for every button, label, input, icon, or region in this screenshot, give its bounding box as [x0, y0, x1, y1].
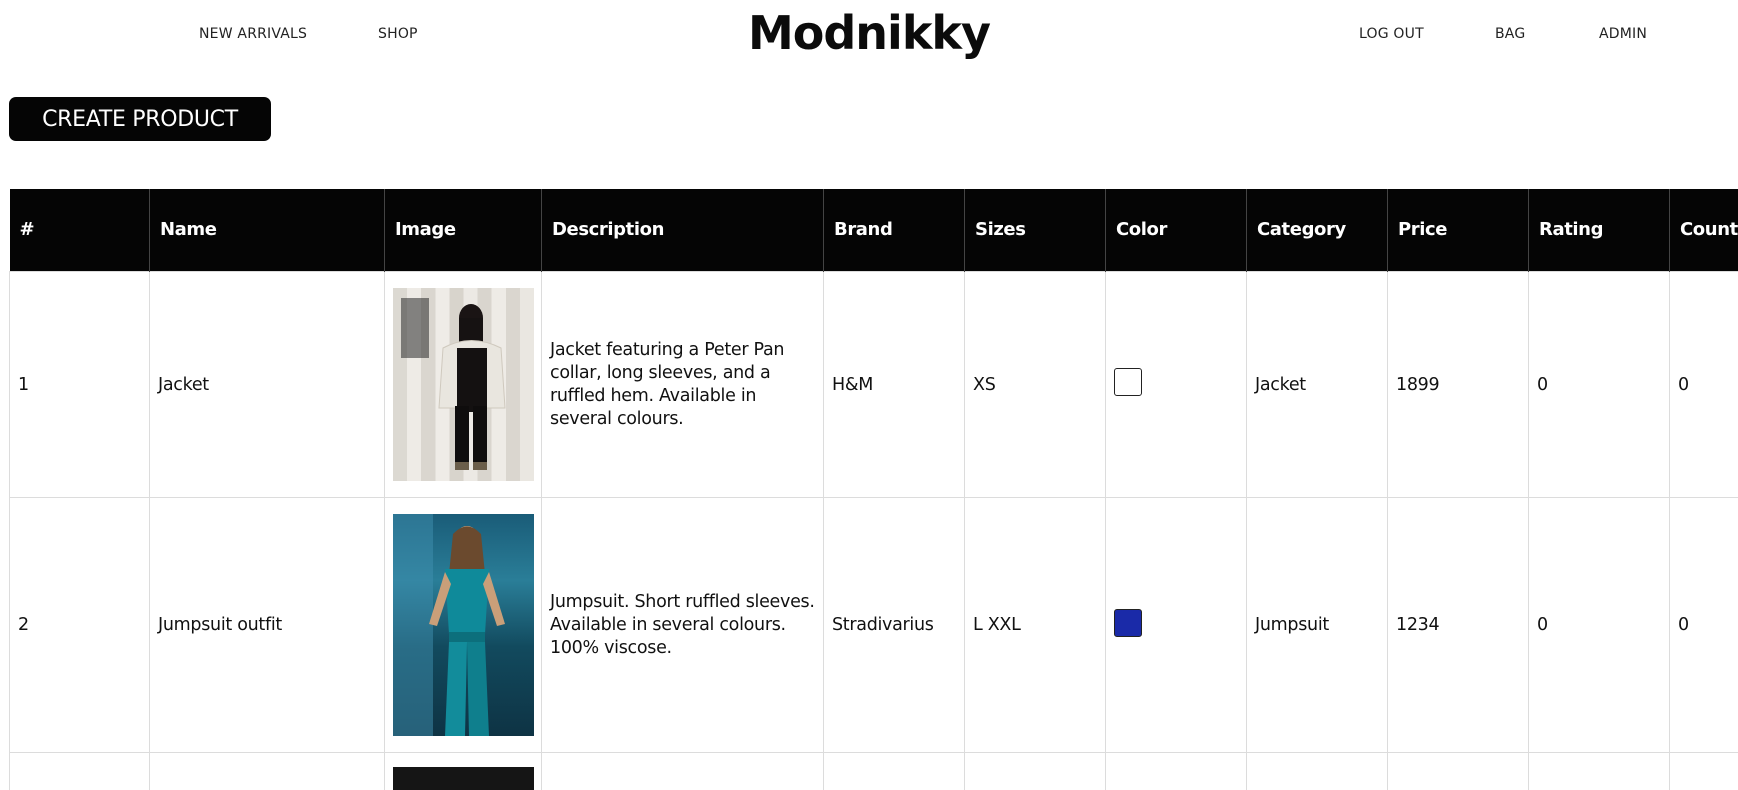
header-name: Name [149, 189, 385, 272]
table-header-row: # Name Image Description Brand Sizes Col… [9, 189, 1738, 272]
cell-description [541, 752, 824, 790]
cell-color [1105, 271, 1247, 498]
site-logo[interactable]: Modnikky [0, 6, 1738, 60]
color-swatch [1114, 368, 1142, 396]
cell-price: 1234 [1387, 497, 1529, 753]
cell-brand: Stradivarius [823, 497, 965, 753]
cell-number: 1 [9, 271, 150, 498]
cell-image [384, 752, 542, 790]
nav-log-out[interactable]: LOG OUT [1359, 26, 1424, 42]
cell-sizes: XS [964, 271, 1106, 498]
cell-description: Jumpsuit. Short ruffled sleeves. Availab… [541, 497, 824, 753]
header-category: Category [1246, 189, 1388, 272]
color-swatch [1114, 608, 1142, 637]
header-sizes: Sizes [964, 189, 1106, 272]
cell-number: 2 [9, 497, 150, 753]
cell-color [1105, 497, 1247, 753]
table-row[interactable]: 1 Jacket Jacket featuring a Peter Pan co… [9, 271, 1738, 498]
product-image [393, 514, 534, 736]
cell-color [1105, 752, 1247, 790]
header-rating: Rating [1528, 189, 1670, 272]
cell-sizes [964, 752, 1106, 790]
cell-description: Jacket featuring a Peter Pan collar, lon… [541, 271, 824, 498]
header-number: # [9, 189, 150, 272]
cell-image [384, 497, 542, 753]
cell-count-review: 0 [1669, 271, 1738, 498]
cell-brand [823, 752, 965, 790]
table-row[interactable]: 2 Jumpsuit outfit Jumpsuit. Short ruffle… [9, 497, 1738, 753]
table-row[interactable] [9, 752, 1738, 790]
header-description: Description [541, 189, 824, 272]
header-count-review-label: Count Review [1680, 219, 1738, 240]
cell-image [384, 271, 542, 498]
cell-count-review: 0 [1669, 497, 1738, 753]
cell-price: 1899 [1387, 271, 1529, 498]
cell-category [1246, 752, 1388, 790]
cell-name: Jacket [149, 271, 385, 498]
cell-rating [1528, 752, 1670, 790]
cell-rating: 0 [1528, 497, 1670, 753]
cell-rating: 0 [1528, 271, 1670, 498]
cell-count-review [1669, 752, 1738, 790]
cell-name [149, 752, 385, 790]
cell-category: Jumpsuit [1246, 497, 1388, 753]
top-navigation: NEW ARRIVALS SHOP Modnikky LOG OUT BAG A… [0, 0, 1738, 70]
cell-sizes: L XXL [964, 497, 1106, 753]
header-image: Image [384, 189, 542, 272]
nav-admin[interactable]: ADMIN [1599, 26, 1647, 42]
product-image [393, 288, 534, 481]
nav-bag[interactable]: BAG [1495, 26, 1525, 42]
products-table: # Name Image Description Brand Sizes Col… [9, 189, 1738, 790]
header-brand: Brand [823, 189, 965, 272]
header-price: Price [1387, 189, 1529, 272]
cell-category: Jacket [1246, 271, 1388, 498]
header-color: Color [1105, 189, 1247, 272]
cell-brand: H&M [823, 271, 965, 498]
products-table-container: # Name Image Description Brand Sizes Col… [9, 189, 1738, 790]
cell-number [9, 752, 150, 790]
cell-name: Jumpsuit outfit [149, 497, 385, 753]
cell-price [1387, 752, 1529, 790]
product-image [393, 767, 534, 790]
header-count-review: Count Review [1669, 189, 1738, 272]
create-product-button[interactable]: CREATE PRODUCT [9, 97, 271, 141]
